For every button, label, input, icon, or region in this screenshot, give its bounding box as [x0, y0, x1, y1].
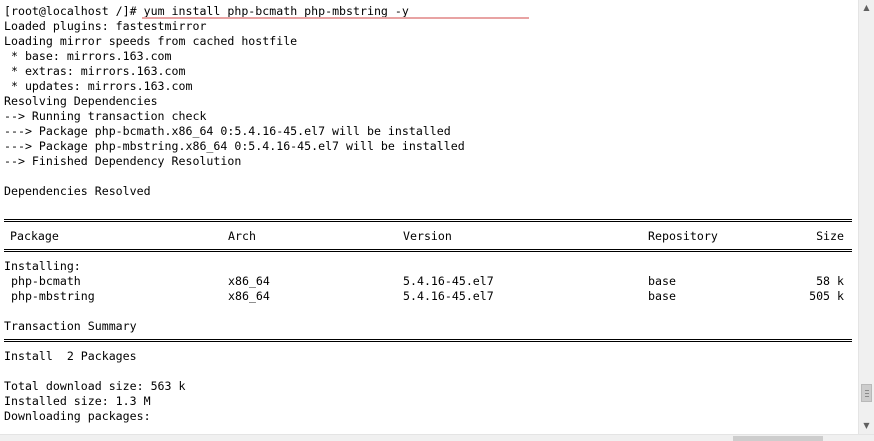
vertical-scrollbar[interactable]: ▲ ▼ [858, 0, 874, 434]
table-row-arch: x86_64 [228, 289, 270, 303]
table-header-rule [4, 249, 852, 252]
table-top-rule [4, 219, 852, 222]
table-row-repository: base [648, 289, 676, 303]
output-line: ---> Package php-bcmath.x86_64 0:5.4.16-… [4, 124, 451, 138]
output-line: Downloading packages: [4, 409, 151, 423]
grip-line [865, 396, 869, 397]
arrow-down-icon[interactable]: ▼ [859, 418, 874, 434]
table-row-version: 5.4.16-45.el7 [403, 289, 494, 303]
column-header-size: Size [816, 229, 844, 243]
output-line: Loaded plugins: fastestmirror [4, 19, 207, 33]
output-line: * updates: mirrors.163.com [4, 79, 193, 93]
summary-rule [4, 339, 852, 342]
column-header-repository: Repository [648, 229, 718, 243]
shell-prompt: [root@localhost /]# [4, 4, 144, 18]
terminal-output[interactable]: [root@localhost /]# yum install php-bcma… [0, 0, 858, 434]
grip-line [865, 390, 869, 391]
grip-line [865, 393, 869, 394]
output-line: --> Finished Dependency Resolution [4, 154, 242, 168]
typed-command: yum install php-bcmath php-mbstring -y [143, 4, 409, 18]
vertical-scrollbar-thumb[interactable] [861, 384, 872, 402]
column-header-package: Package [10, 229, 59, 243]
table-row-repository: base [648, 274, 676, 288]
output-line: Loading mirror speeds from cached hostfi… [4, 34, 298, 48]
table-row-size: 58 k [816, 274, 844, 288]
horizontal-scrollbar[interactable] [0, 434, 874, 441]
install-count-line: Install 2 Packages [4, 349, 137, 363]
column-header-version: Version [403, 229, 452, 243]
table-row-package: php-mbstring [4, 289, 95, 303]
output-line: * base: mirrors.163.com [4, 49, 172, 63]
horizontal-scrollbar-thumb[interactable] [733, 436, 823, 441]
arrow-up-icon[interactable]: ▲ [859, 0, 874, 16]
section-label: Installing: [4, 259, 81, 273]
output-line: Total download size: 563 k [4, 379, 186, 393]
output-line: --> Running transaction check [4, 109, 207, 123]
output-line: ---> Package php-mbstring.x86_64 0:5.4.1… [4, 139, 465, 153]
table-row-size: 505 k [809, 289, 844, 303]
table-row-arch: x86_64 [228, 274, 270, 288]
table-row-version: 5.4.16-45.el7 [403, 274, 494, 288]
transaction-summary-title: Transaction Summary [4, 319, 137, 333]
column-header-arch: Arch [228, 229, 256, 243]
output-line: Resolving Dependencies [4, 94, 158, 108]
table-row-package: php-bcmath [4, 274, 81, 288]
output-line: * extras: mirrors.163.com [4, 64, 186, 78]
output-line: Installed size: 1.3 M [4, 394, 151, 408]
output-line: Dependencies Resolved [4, 184, 151, 198]
